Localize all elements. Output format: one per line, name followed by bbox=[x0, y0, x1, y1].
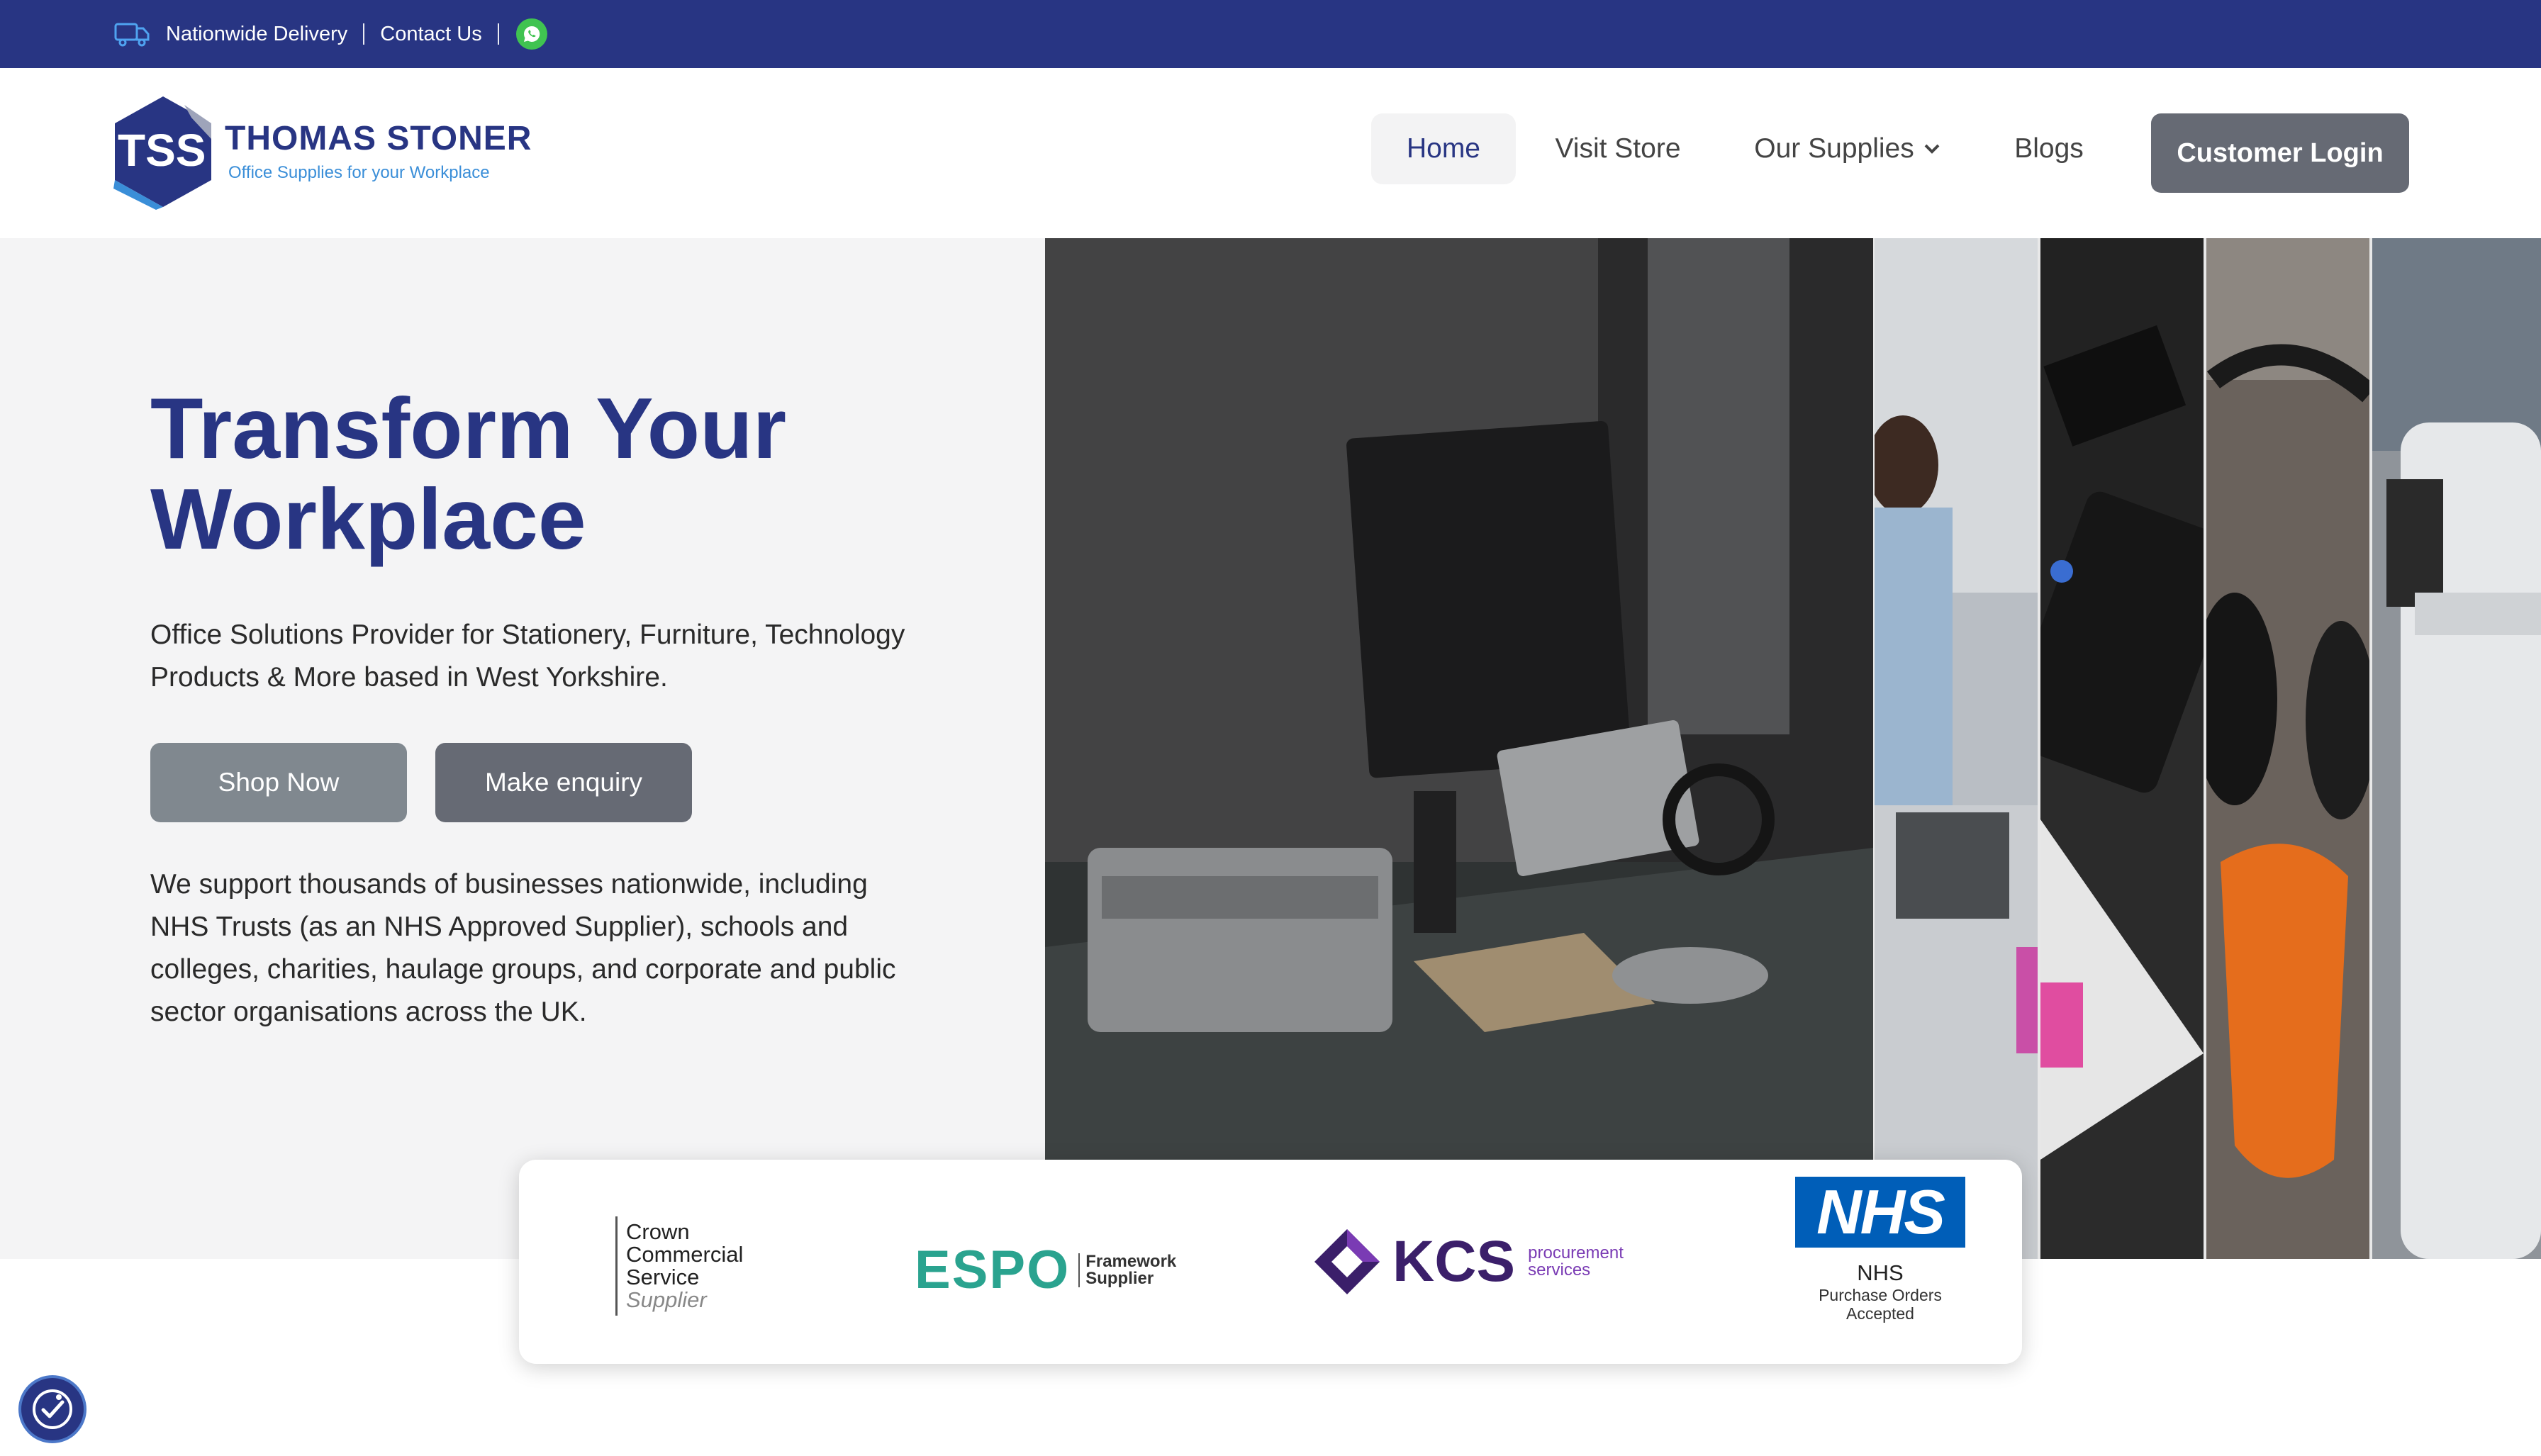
ccs-line3: Service bbox=[626, 1265, 700, 1289]
hero-subtitle: Office Solutions Provider for Stationery… bbox=[150, 620, 905, 693]
espo-caption-line1: Framework bbox=[1085, 1251, 1177, 1271]
nav-home[interactable]: Home bbox=[1371, 113, 1516, 184]
chevron-down-icon bbox=[1924, 144, 1940, 154]
nhs-caption: Purchase Orders Accepted bbox=[1819, 1286, 1942, 1323]
brand-tagline: Office Supplies for your Workplace bbox=[228, 163, 490, 182]
ccs-line2: Commercial bbox=[626, 1242, 744, 1267]
safety-gear-image bbox=[2206, 238, 2369, 1259]
espo-logo: ESPO Framework Supplier bbox=[915, 1239, 1176, 1301]
accessibility-button[interactable] bbox=[18, 1375, 86, 1443]
svg-text:TSS: TSS bbox=[118, 125, 206, 176]
nhs-badge: NHS bbox=[1795, 1177, 1965, 1248]
make-enquiry-button[interactable]: Make enquiry bbox=[435, 743, 692, 822]
hero-title-line1: Transform Your bbox=[150, 380, 787, 476]
nav-our-supplies-label: Our Supplies bbox=[1754, 133, 1914, 164]
site-header: TSS THOMAS STONER Office Supplies for yo… bbox=[0, 68, 2541, 238]
tss-logo-icon: TSS bbox=[113, 96, 211, 210]
nav-blogs-label: Blogs bbox=[2014, 133, 2084, 164]
truck-icon bbox=[114, 23, 150, 47]
printer-image bbox=[2372, 238, 2541, 1259]
divider bbox=[363, 23, 365, 45]
kcs-caption-line2: services bbox=[1528, 1260, 1591, 1279]
nationwide-delivery-text: Nationwide Delivery bbox=[166, 22, 348, 45]
ccs-line1: Crown bbox=[626, 1219, 690, 1244]
nhs-logo: NHS NHS Purchase Orders Accepted bbox=[1774, 1177, 1987, 1323]
top-bar: Nationwide Delivery Contact Us bbox=[0, 0, 2541, 68]
woman-office-image bbox=[1875, 238, 2038, 1259]
nav-visit-store[interactable]: Visit Store bbox=[1537, 113, 1699, 184]
nav-blogs[interactable]: Blogs bbox=[1999, 113, 2099, 184]
customer-login-button[interactable]: Customer Login bbox=[2151, 113, 2409, 193]
hero-title-line2: Workplace bbox=[150, 471, 586, 567]
accreditations-card: Crown Commercial Service Supplier ESPO F… bbox=[519, 1160, 2022, 1364]
nav-our-supplies[interactable]: Our Supplies bbox=[1744, 113, 1950, 184]
hero-title: Transform Your Workplace bbox=[150, 383, 1001, 564]
kcs-caption-line1: procurement bbox=[1528, 1243, 1624, 1262]
espo-caption: Framework Supplier bbox=[1078, 1253, 1176, 1287]
crown-commercial-service-logo: Crown Commercial Service Supplier bbox=[615, 1216, 786, 1316]
nav-visit-store-label: Visit Store bbox=[1555, 133, 1681, 164]
office-desk-image bbox=[1045, 238, 1873, 1259]
hero-image-collage bbox=[1045, 238, 2541, 1259]
brand-logo[interactable]: TSS THOMAS STONER Office Supplies for yo… bbox=[113, 96, 531, 210]
ccs-line4: Supplier bbox=[626, 1287, 707, 1312]
nav-home-label: Home bbox=[1406, 133, 1481, 164]
kcs-name: KCS bbox=[1392, 1229, 1516, 1294]
calculator-clips-image bbox=[2040, 238, 2204, 1259]
hero-paragraph: We support thousands of businesses natio… bbox=[150, 869, 896, 1027]
brand-name: THOMAS STONER bbox=[225, 120, 532, 157]
whatsapp-icon[interactable] bbox=[515, 18, 547, 50]
shop-now-button[interactable]: Shop Now bbox=[150, 743, 407, 822]
nhs-title: NHS bbox=[1857, 1260, 1904, 1285]
accessibility-icon bbox=[33, 1389, 72, 1429]
kcs-caption: procurement services bbox=[1528, 1245, 1624, 1279]
kcs-logo: KCS procurement services bbox=[1313, 1228, 1624, 1296]
espo-caption-line2: Supplier bbox=[1085, 1268, 1154, 1288]
espo-name: ESPO bbox=[915, 1240, 1071, 1300]
contact-us-link[interactable]: Contact Us bbox=[380, 23, 481, 46]
divider bbox=[497, 23, 499, 45]
kcs-diamond-icon bbox=[1314, 1229, 1380, 1294]
